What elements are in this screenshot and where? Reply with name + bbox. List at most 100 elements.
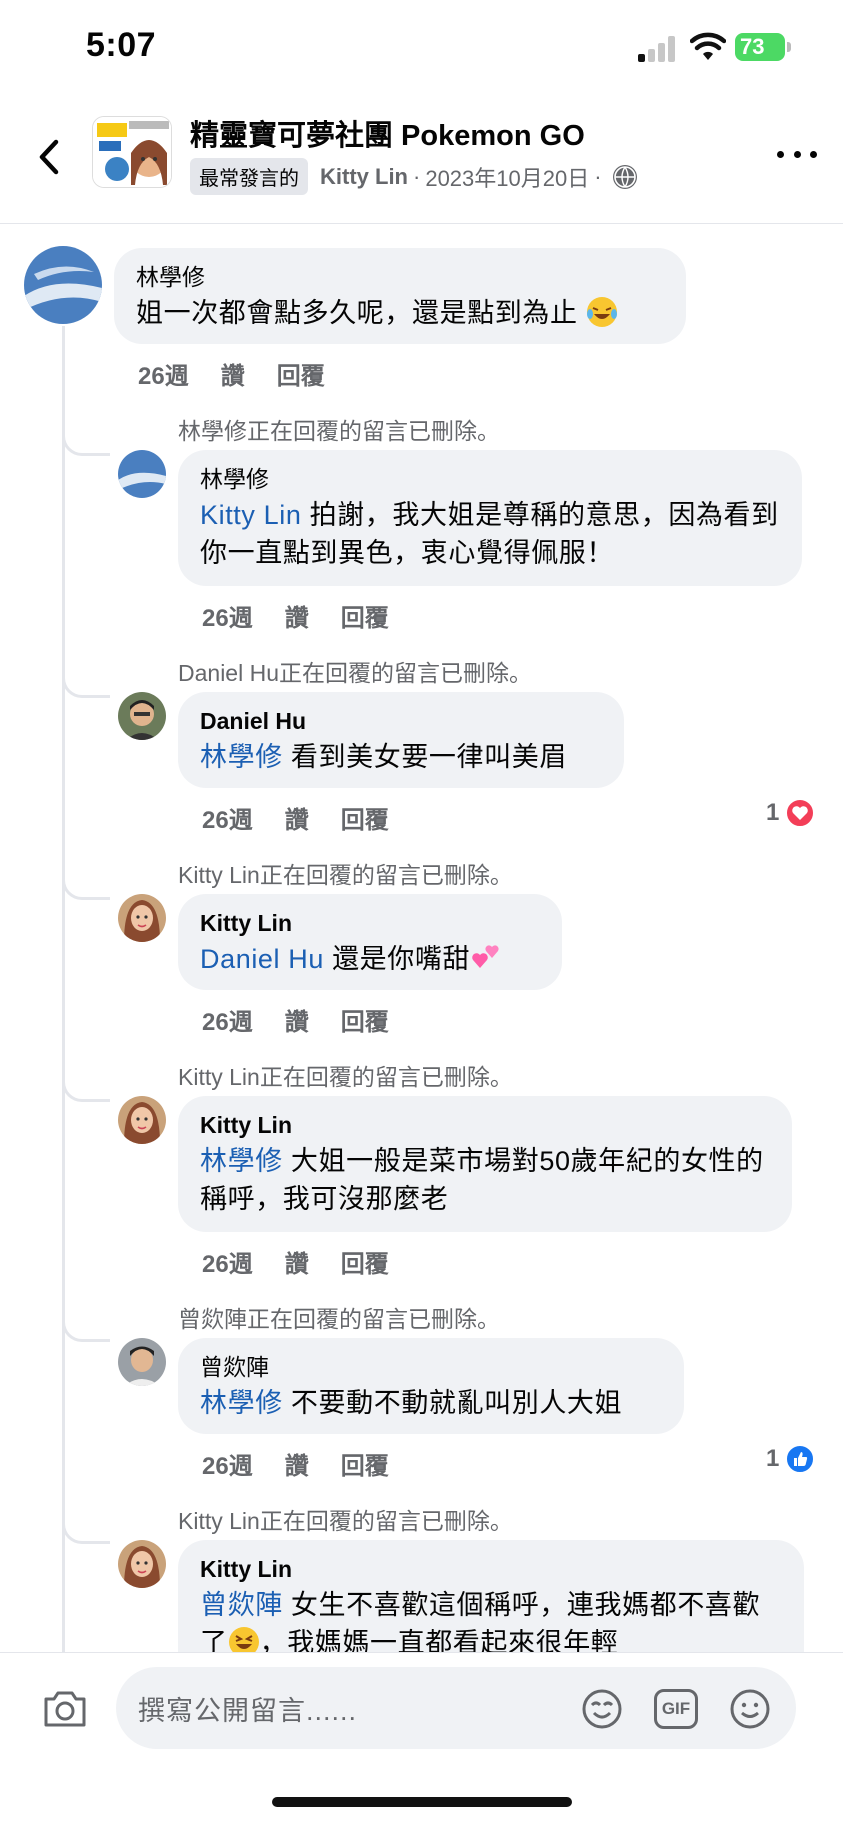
emoji-icon[interactable] xyxy=(728,1687,772,1731)
like-button[interactable]: 讚 xyxy=(285,1446,309,1481)
comment-text: 林學修 看到美女要一律叫美眉 xyxy=(200,742,567,772)
back-arrow-icon[interactable] xyxy=(30,132,70,182)
meta-separator: · xyxy=(594,163,602,189)
gif-icon[interactable]: GIF xyxy=(654,1689,698,1729)
comment-text: 林學修 大姐一般是菜市場對50歲年紀的女性的稱呼，我可沒那麼老 xyxy=(200,1146,764,1214)
reaction-summary[interactable]: 1 xyxy=(766,798,816,828)
deleted-comment-note: Kitty Lin正在回覆的留言已刪除。 xyxy=(178,1064,513,1090)
comment-bubble: 林學修 姐一次都會點多久呢，還是點到為止 xyxy=(114,248,686,344)
like-button[interactable]: 讚 xyxy=(285,1002,309,1037)
two-hearts-emoji-icon xyxy=(470,942,502,974)
meta-separator: · xyxy=(413,163,421,189)
comment-actions: 26週 讚 回覆 xyxy=(202,1002,421,1037)
avatar-sticker-icon[interactable] xyxy=(580,1687,624,1731)
home-indicator xyxy=(272,1797,572,1807)
status-time: 5:07 xyxy=(86,26,157,64)
comment-bubble: Kitty Lin 林學修 大姐一般是菜市場對50歲年紀的女性的稱呼，我可沒那麼… xyxy=(178,1096,792,1232)
group-avatar[interactable] xyxy=(92,116,172,188)
avatar[interactable] xyxy=(118,450,166,498)
comment-time[interactable]: 26週 xyxy=(202,1446,253,1481)
deleted-comment-note: Daniel Hu正在回覆的留言已刪除。 xyxy=(178,660,532,686)
comment-time[interactable]: 26週 xyxy=(138,356,189,391)
like-button[interactable]: 讚 xyxy=(285,1244,309,1279)
reply-button[interactable]: 回覆 xyxy=(341,598,389,633)
like-button[interactable]: 讚 xyxy=(285,598,309,633)
comment-author[interactable]: 曾欻陣 xyxy=(200,1350,662,1384)
comment-author[interactable]: 林學修 xyxy=(136,260,664,294)
mention-link[interactable]: 曾欻陣 xyxy=(200,1590,283,1620)
laughing-tears-emoji-icon xyxy=(586,296,618,328)
thread-connector xyxy=(62,1066,110,1102)
post-meta: 最常發言的 Kitty Lin · 2023年10月20日 · xyxy=(190,158,637,195)
reply-button[interactable]: 回覆 xyxy=(341,1002,389,1037)
top-contributor-badge: 最常發言的 xyxy=(190,158,308,195)
wifi-icon xyxy=(690,32,726,60)
comment-time[interactable]: 26週 xyxy=(202,598,253,633)
thread-connector xyxy=(62,1508,110,1544)
comment-time[interactable]: 26週 xyxy=(202,1002,253,1037)
comment-text: 姐一次都會點多久呢，還是點到為止 xyxy=(136,294,664,332)
comment-text: Daniel Hu 還是你嘴甜 xyxy=(200,940,540,978)
avatar[interactable] xyxy=(118,1338,166,1386)
mention-link[interactable]: Daniel Hu xyxy=(200,944,324,974)
cellular-signal-icon xyxy=(638,36,678,62)
comment-input[interactable]: 撰寫公開留言...... GIF xyxy=(116,1667,796,1749)
mention-link[interactable]: 林學修 xyxy=(200,742,283,772)
comment-text: Kitty Lin 拍謝，我大姐是尊稱的意思，因為看到你一直點到異色，衷心覺得佩… xyxy=(200,500,779,568)
comment-bubble: 林學修 Kitty Lin 拍謝，我大姐是尊稱的意思，因為看到你一直點到異色，衷… xyxy=(178,450,802,586)
comment-bubble: Kitty Lin Daniel Hu 還是你嘴甜 xyxy=(178,894,562,990)
reply-button[interactable]: 回覆 xyxy=(341,1446,389,1481)
comment-actions: 26週 讚 回覆 xyxy=(202,1244,421,1279)
group-title[interactable]: 精靈寶可夢社團 Pokemon GO xyxy=(190,112,585,154)
comment-input-placeholder: 撰寫公開留言...... xyxy=(138,1696,358,1726)
avatar[interactable] xyxy=(118,894,166,942)
love-reaction-icon xyxy=(785,798,816,828)
status-bar: 5:07 73 xyxy=(0,0,843,96)
avatar[interactable] xyxy=(118,1540,166,1588)
camera-icon[interactable] xyxy=(40,1683,90,1733)
reply-button[interactable]: 回覆 xyxy=(341,800,389,835)
comment-actions: 26週 讚 回覆 xyxy=(202,1446,421,1481)
comment-bubble: 曾欻陣 林學修 不要動不動就亂叫別人大姐 xyxy=(178,1338,684,1434)
comment-author[interactable]: Kitty Lin xyxy=(200,906,540,940)
thumbs-up-reaction-icon xyxy=(785,1444,816,1474)
comment-text: 曾欻陣 女生不喜歡這個稱呼，連我媽都不喜歡了 ，我媽媽一直都看起來很年輕 xyxy=(200,1590,761,1658)
reply-button[interactable]: 回覆 xyxy=(277,356,325,391)
reaction-summary[interactable]: 1 xyxy=(766,1444,816,1474)
more-options-icon[interactable] xyxy=(777,144,817,164)
comment-author[interactable]: 林學修 xyxy=(200,462,780,496)
like-button[interactable]: 讚 xyxy=(285,800,309,835)
battery-tip xyxy=(787,42,791,52)
post-header: 精靈寶可夢社團 Pokemon GO 最常發言的 Kitty Lin · 202… xyxy=(0,96,843,224)
comment-bubble: Daniel Hu 林學修 看到美女要一律叫美眉 xyxy=(178,692,624,788)
comment-time[interactable]: 26週 xyxy=(202,800,253,835)
post-date[interactable]: 2023年10月20日 xyxy=(425,161,589,193)
deleted-comment-note: Kitty Lin正在回覆的留言已刪除。 xyxy=(178,1508,513,1534)
comment-author[interactable]: Daniel Hu xyxy=(200,704,602,738)
post-author[interactable]: Kitty Lin xyxy=(320,164,408,190)
avatar[interactable] xyxy=(118,1096,166,1144)
mention-link[interactable]: 林學修 xyxy=(200,1388,283,1418)
avatar[interactable] xyxy=(118,692,166,740)
comment-author[interactable]: Kitty Lin xyxy=(200,1552,782,1586)
deleted-comment-note: 林學修正在回覆的留言已刪除。 xyxy=(178,418,500,444)
comment-composer: 撰寫公開留言...... GIF xyxy=(0,1652,843,1824)
thread-connector xyxy=(62,662,110,698)
battery-indicator: 73 xyxy=(735,33,785,61)
deleted-comment-note: 曾欻陣正在回覆的留言已刪除。 xyxy=(178,1306,500,1332)
mention-link[interactable]: Kitty Lin xyxy=(200,500,301,530)
reaction-count: 1 xyxy=(766,799,780,826)
comment-text: 林學修 不要動不動就亂叫別人大姐 xyxy=(200,1388,623,1418)
reply-button[interactable]: 回覆 xyxy=(341,1244,389,1279)
thread-connector xyxy=(62,420,110,456)
like-button[interactable]: 讚 xyxy=(221,356,245,391)
globe-icon xyxy=(612,164,637,189)
comment-actions: 26週 讚 回覆 xyxy=(202,800,421,835)
comment-actions: 26週 讚 回覆 xyxy=(138,356,357,391)
avatar[interactable] xyxy=(24,246,102,324)
comment-time[interactable]: 26週 xyxy=(202,1244,253,1279)
comment-author[interactable]: Kitty Lin xyxy=(200,1108,770,1142)
thread-connector xyxy=(62,864,110,900)
mention-link[interactable]: 林學修 xyxy=(200,1146,283,1176)
reaction-count: 1 xyxy=(766,1445,780,1472)
